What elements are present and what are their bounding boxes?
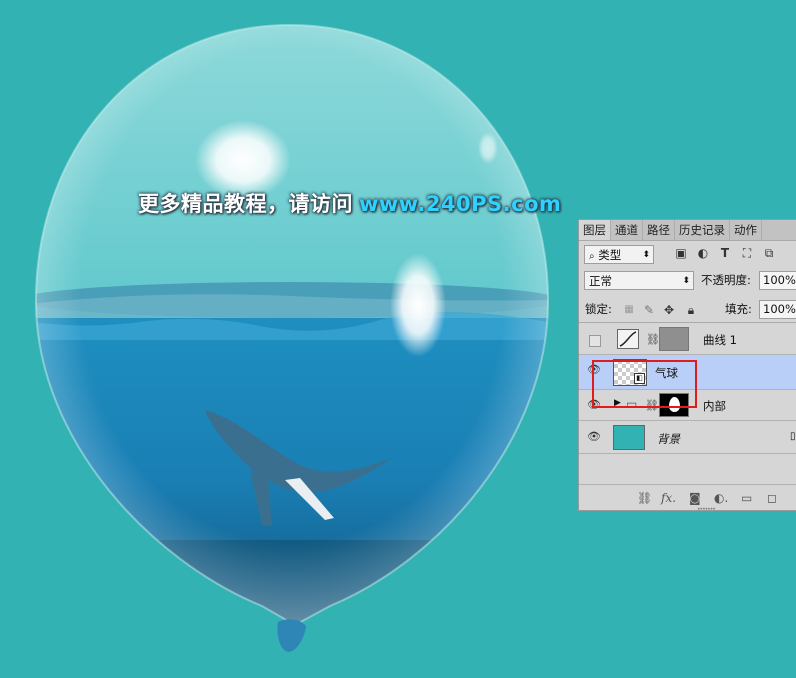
new-layer-icon[interactable]: ◻ bbox=[767, 491, 777, 505]
link-chain-icon: ⛓ bbox=[646, 333, 660, 346]
opacity-label: 不透明度: bbox=[701, 273, 751, 287]
add-mask-icon[interactable]: ◙ bbox=[689, 491, 701, 505]
layer-mask-thumbnail[interactable] bbox=[659, 327, 689, 351]
new-group-icon[interactable]: ▭ bbox=[741, 491, 752, 505]
watermark: 更多精品教程，请访问 www.240PS.com bbox=[138, 188, 561, 218]
eye-icon[interactable]: 👁︎ bbox=[587, 431, 601, 443]
new-adjustment-icon[interactable]: ◐. bbox=[714, 491, 728, 505]
lock-move-icon[interactable]: ✥ bbox=[661, 302, 677, 318]
blend-row: 正常 ⬍ 不透明度: 100% bbox=[579, 269, 796, 295]
filter-row: ⌕ 类型 ⬍ ▣ ◐ T ⛶ ⧉ bbox=[579, 241, 796, 269]
layer-thumbnail[interactable] bbox=[613, 425, 645, 450]
tab-layers[interactable]: 图层 bbox=[579, 220, 611, 240]
watermark-url: www.240PS.com bbox=[359, 192, 562, 216]
highlight-box bbox=[592, 360, 697, 408]
lock-transparent-icon[interactable]: ▦ bbox=[621, 302, 637, 318]
lock-icon: ▯ bbox=[790, 431, 796, 442]
blend-mode-select[interactable]: 正常 ⬍ bbox=[584, 271, 694, 290]
resize-grip-icon[interactable]: ••••••• bbox=[697, 506, 716, 510]
filter-kind-value: 类型 bbox=[598, 248, 622, 262]
lock-brush-icon[interactable]: ✎ bbox=[641, 302, 657, 318]
curves-glyph-icon bbox=[619, 331, 637, 347]
layer-name[interactable]: 背景 bbox=[657, 431, 680, 447]
blend-mode-value: 正常 bbox=[589, 274, 612, 288]
fx-icon[interactable]: fx. bbox=[661, 491, 676, 505]
smart-object-filter-icon[interactable]: ⧉ bbox=[761, 245, 777, 261]
shape-filter-icon[interactable]: ⛶ bbox=[739, 245, 755, 261]
fill-label: 填充: bbox=[725, 302, 752, 316]
layer-row-background[interactable]: 👁︎ 背景 ▯ bbox=[579, 421, 796, 454]
lock-label: 锁定: bbox=[585, 302, 612, 316]
watermark-text: 更多精品教程，请访问 bbox=[138, 192, 353, 216]
type-filter-icon[interactable]: T bbox=[717, 245, 733, 261]
fill-field[interactable]: 100% bbox=[759, 300, 796, 319]
tab-channels[interactable]: 通道 bbox=[611, 220, 643, 240]
tab-paths[interactable]: 路径 bbox=[643, 220, 675, 240]
panel-footer: ⛓ fx. ◙ ◐. ▭ ◻ ••••••• bbox=[579, 484, 796, 510]
link-layers-icon[interactable]: ⛓ bbox=[637, 491, 652, 505]
curves-adjustment-icon bbox=[617, 329, 639, 349]
panel-tabs: 图层 通道 路径 历史记录 动作 bbox=[579, 220, 796, 241]
filter-kind-select[interactable]: ⌕ 类型 ⬍ bbox=[584, 245, 654, 264]
search-icon: ⌕ bbox=[589, 251, 595, 262]
layer-name[interactable]: 曲线 1 bbox=[703, 332, 737, 348]
visibility-toggle-off[interactable] bbox=[589, 335, 601, 347]
image-filter-icon[interactable]: ▣ bbox=[673, 245, 689, 261]
opacity-field[interactable]: 100% bbox=[759, 271, 796, 290]
lock-all-icon[interactable]: 🔒︎ bbox=[683, 302, 699, 318]
tab-actions[interactable]: 动作 bbox=[730, 220, 762, 240]
select-arrow-icon: ⬍ bbox=[682, 276, 690, 286]
lock-row: 锁定: ▦ ✎ ✥ 🔒︎ 填充: 100% bbox=[579, 297, 796, 323]
adjustment-filter-icon[interactable]: ◐ bbox=[695, 245, 711, 261]
balloon bbox=[34, 23, 550, 652]
layer-name[interactable]: 内部 bbox=[703, 398, 726, 414]
tab-history[interactable]: 历史记录 bbox=[675, 220, 730, 240]
select-arrow-icon: ⬍ bbox=[642, 250, 650, 260]
layer-row-curves[interactable]: ⛓ 曲线 1 bbox=[579, 324, 796, 355]
